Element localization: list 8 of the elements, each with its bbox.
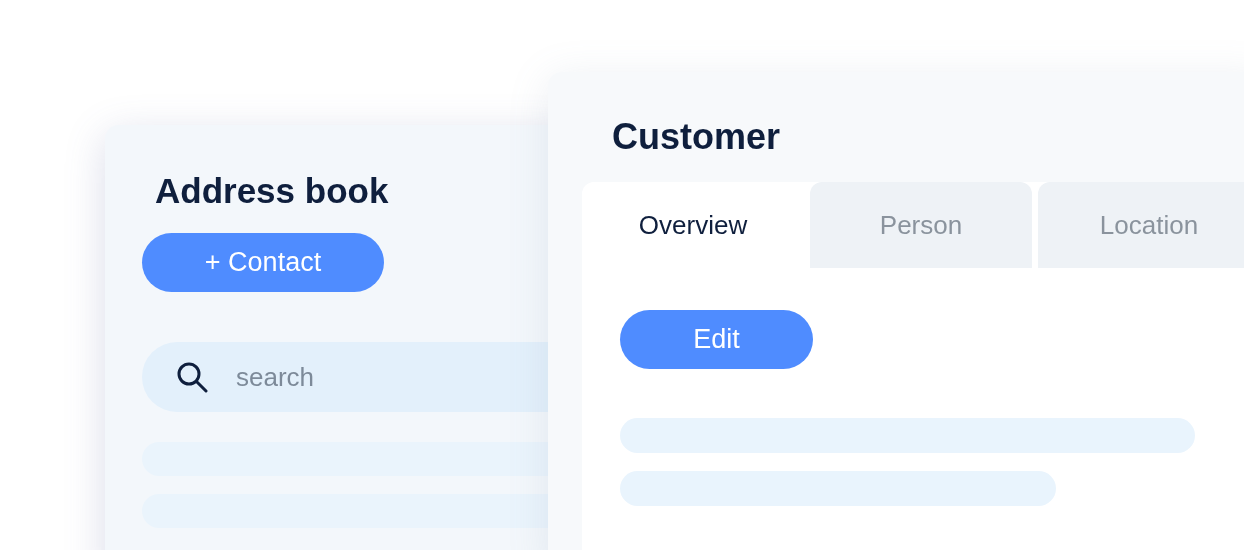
tab[interactable]: Person <box>810 182 1032 268</box>
search-field[interactable]: search <box>142 342 548 412</box>
add-contact-button[interactable]: + Contact <box>142 233 384 292</box>
edit-button[interactable]: Edit <box>620 310 813 369</box>
search-icon <box>176 361 208 393</box>
card-title: Customer <box>612 116 782 158</box>
card-title: Address book <box>155 171 390 211</box>
tab[interactable]: Location <box>1038 182 1244 268</box>
